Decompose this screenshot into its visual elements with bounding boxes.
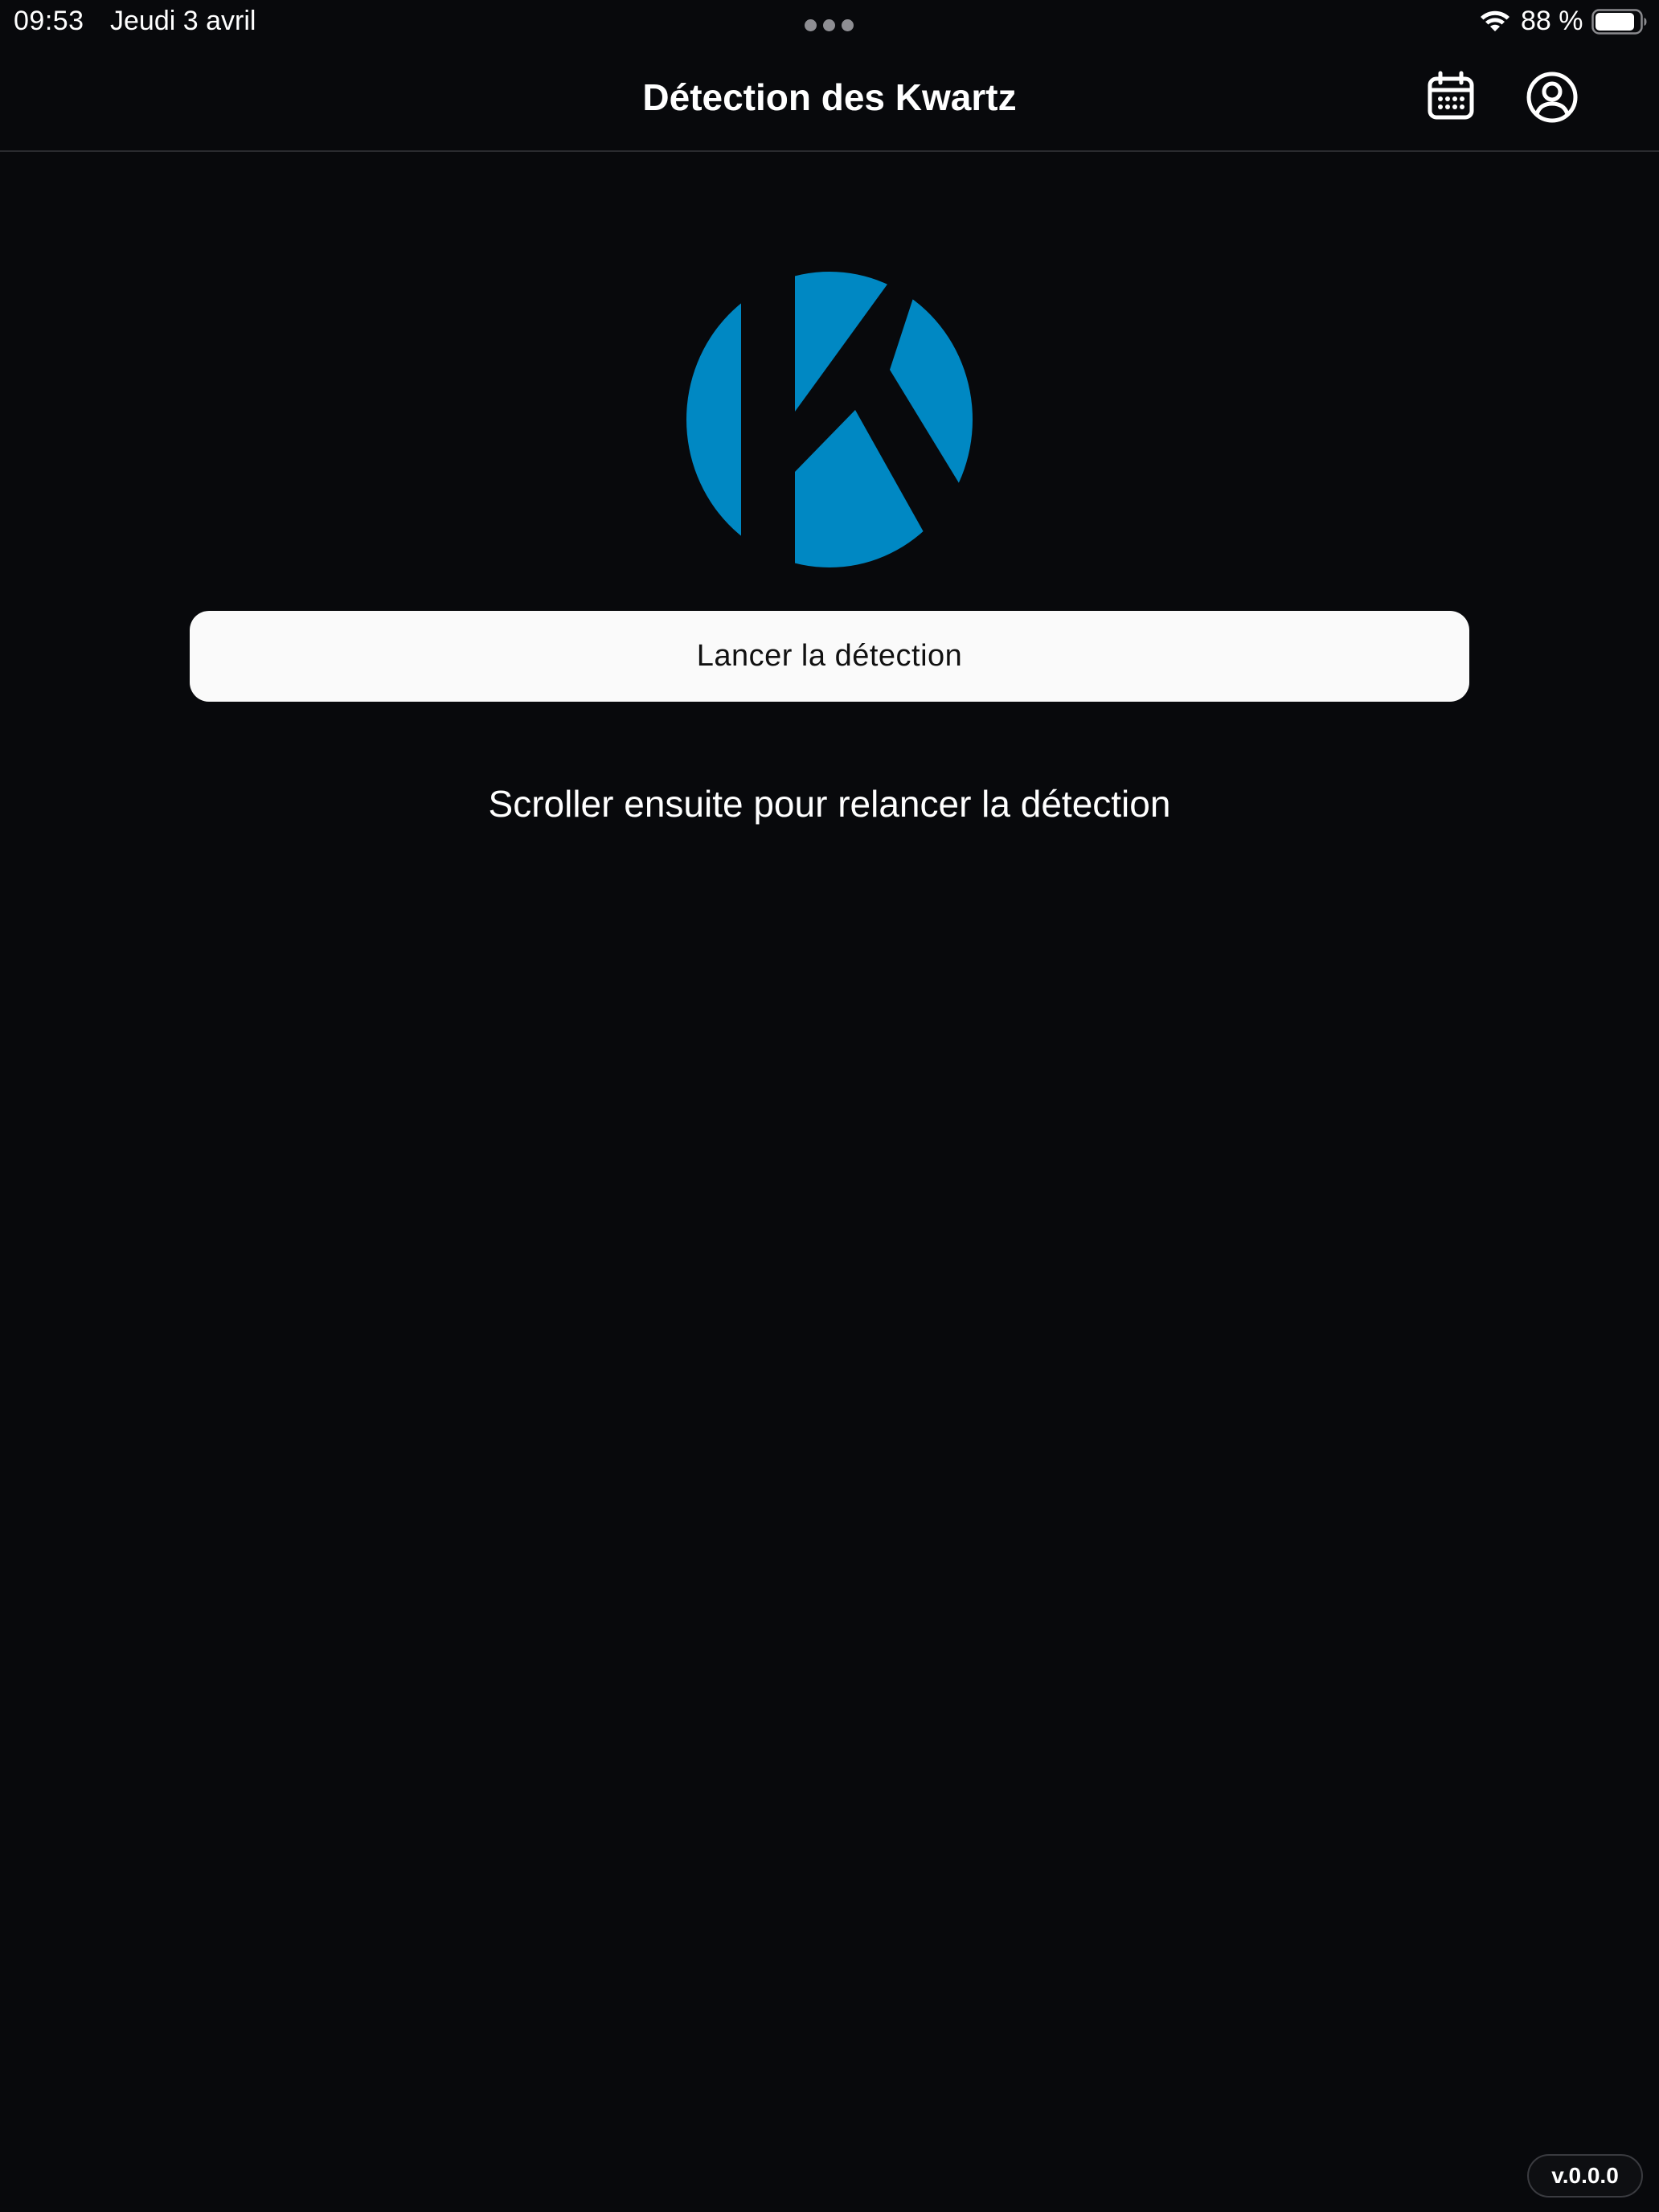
page-title: Détection des Kwartz <box>642 76 1017 118</box>
user-circle-icon <box>1526 72 1578 123</box>
status-time: 09:53 <box>14 6 84 36</box>
status-date: Jeudi 3 avril <box>110 6 256 36</box>
kwartz-logo <box>685 267 974 569</box>
start-detection-button[interactable]: Lancer la détection <box>190 611 1469 702</box>
version-badge: v.0.0.0 <box>1527 2154 1643 2198</box>
battery-percent: 88 % <box>1521 6 1583 36</box>
battery-icon <box>1591 8 1648 35</box>
dot-icon <box>842 19 854 31</box>
calendar-icon <box>1428 71 1474 120</box>
scroll-hint-text: Scroller ensuite pour relancer la détect… <box>488 783 1171 825</box>
profile-button[interactable] <box>1524 69 1580 125</box>
calendar-button[interactable] <box>1423 69 1479 125</box>
status-bar: 09:53 Jeudi 3 avril 88 % <box>0 0 1659 43</box>
wifi-icon <box>1479 8 1511 34</box>
navigation-bar: Détection des Kwartz <box>0 43 1659 152</box>
dot-icon <box>823 19 835 31</box>
dot-icon <box>805 19 817 31</box>
multitasking-menu[interactable] <box>805 19 854 32</box>
